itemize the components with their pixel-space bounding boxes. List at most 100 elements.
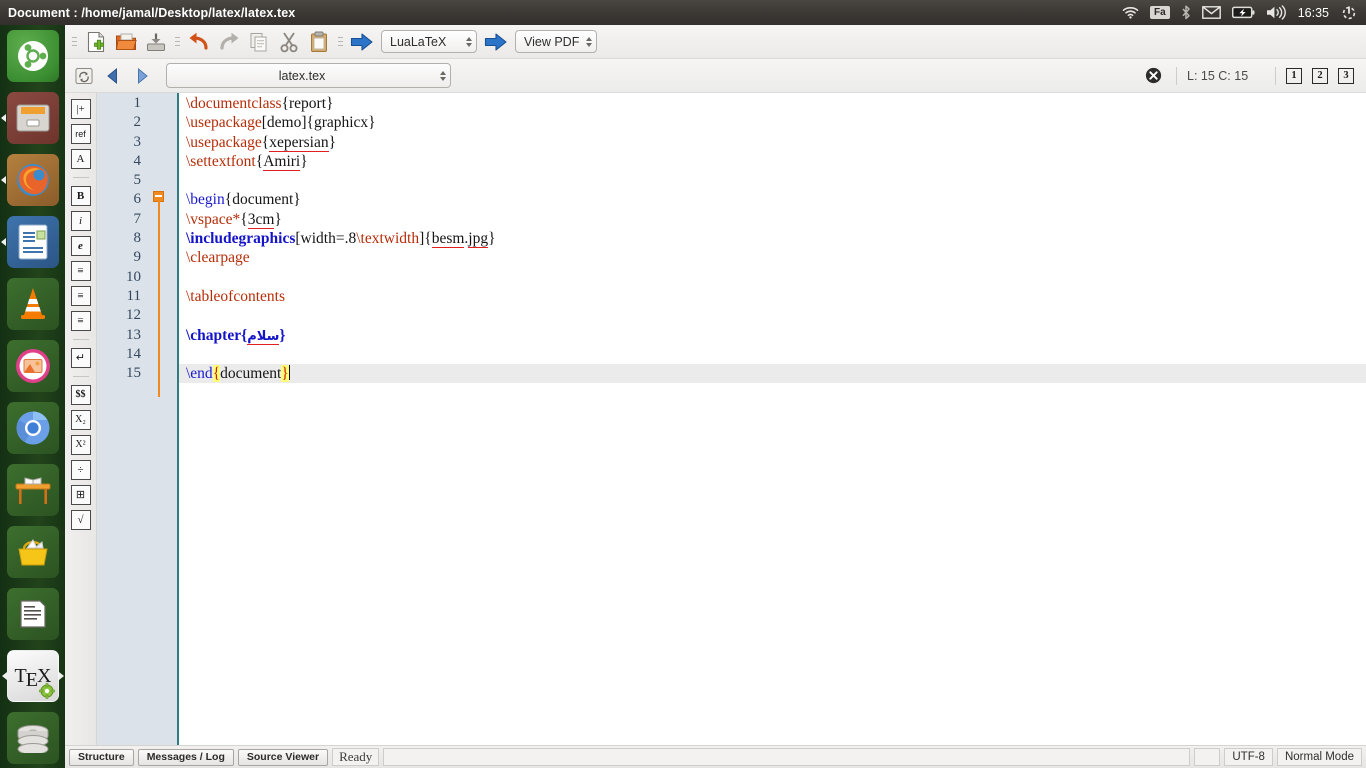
- compiler-spinner-icon[interactable]: [466, 36, 472, 47]
- unity-launcher: TEX: [0, 25, 65, 768]
- view-run-button[interactable]: [482, 28, 510, 56]
- align-center-tool[interactable]: ≡: [70, 286, 91, 306]
- status-bar: Structure Messages / Log Source Viewer R…: [65, 745, 1366, 768]
- close-circle-icon[interactable]: [1140, 63, 1166, 89]
- file-spinner-icon[interactable]: [440, 70, 446, 81]
- superscript-tool[interactable]: X²: [70, 435, 91, 455]
- viewer-spinner-icon[interactable]: [586, 36, 593, 47]
- subscript-tool[interactable]: X₂: [70, 410, 91, 430]
- save-file-button[interactable]: [142, 28, 170, 56]
- compiler-select[interactable]: LuaLaTeX: [381, 30, 477, 53]
- code-line: \documentclass{report}: [186, 95, 334, 112]
- clock-label[interactable]: 16:35: [1297, 6, 1330, 20]
- redo-button[interactable]: [215, 28, 243, 56]
- refresh-icon[interactable]: [71, 63, 97, 89]
- volume-icon[interactable]: [1266, 0, 1286, 25]
- texstudio-window: LuaLaTeX View PDF latex.tex L: 15 C: 15 …: [65, 25, 1366, 768]
- code-line: \end{document}: [179, 364, 1366, 384]
- mail-icon[interactable]: [1201, 0, 1221, 25]
- code-line: \includegraphics[width=.8\textwidth]{bes…: [186, 230, 496, 249]
- cursor-position-label: L: 15 C: 15: [1187, 68, 1249, 83]
- structure-panel-button[interactable]: Structure: [69, 748, 134, 766]
- launcher-item-firefox[interactable]: [6, 154, 59, 206]
- view-layout-button-2[interactable]: 2: [1312, 67, 1328, 84]
- open-file-select[interactable]: latex.tex: [166, 63, 451, 88]
- fold-collapse-icon[interactable]: [153, 190, 164, 202]
- messages-log-button[interactable]: Messages / Log: [137, 748, 234, 766]
- cut-button[interactable]: [275, 28, 303, 56]
- font-size-tool[interactable]: A: [70, 149, 91, 169]
- launcher-item-chromium[interactable]: [6, 402, 59, 454]
- copy-button[interactable]: [245, 28, 273, 56]
- viewer-select[interactable]: View PDF: [515, 30, 598, 53]
- bold-tool[interactable]: B: [70, 186, 91, 206]
- newline-tool[interactable]: ↵: [70, 348, 91, 368]
- bluetooth-icon[interactable]: [1181, 0, 1191, 25]
- code-line: \clearpage: [186, 249, 250, 267]
- statusbar-spacer: [1194, 748, 1221, 766]
- code-line: \usepackage{xepersian}: [186, 133, 337, 152]
- toolbar-divider-c: [72, 376, 89, 377]
- new-file-button[interactable]: [82, 28, 110, 56]
- code-line: \vspace*{3cm}: [186, 210, 282, 229]
- toolbar-separator-1: [174, 32, 181, 52]
- formatting-toolbar: |+ ref A B i e ≡ ≡ ≡ ↵ $$ X₂ X² ÷ ⊞ √: [65, 93, 97, 745]
- filebar-divider-1: [1176, 66, 1177, 85]
- toolbar-handle[interactable]: [71, 32, 78, 52]
- code-editor[interactable]: 1 2 3 4 5 6 7 8 9 10 11 12 13 14 15 \doc…: [97, 93, 1366, 745]
- launcher-item-texstudio[interactable]: TEX: [6, 650, 59, 702]
- back-arrow-icon[interactable]: [100, 63, 126, 89]
- edit-mode-label[interactable]: Normal Mode: [1276, 748, 1362, 766]
- view-layout-button-3[interactable]: 3: [1338, 67, 1354, 84]
- matrix-tool[interactable]: ⊞: [70, 485, 91, 505]
- open-file-button[interactable]: [112, 28, 140, 56]
- launcher-item-vlc[interactable]: [6, 278, 59, 330]
- align-right-tool[interactable]: ≡: [70, 311, 91, 331]
- launcher-item-ubuntu-software[interactable]: [6, 526, 59, 578]
- undo-button[interactable]: [185, 28, 213, 56]
- window-title: Document : /home/jamal/Desktop/latex/lat…: [8, 5, 296, 20]
- sqrt-tool[interactable]: √: [70, 510, 91, 530]
- text-cursor: [288, 365, 291, 381]
- launcher-item-text-document[interactable]: [6, 588, 59, 640]
- keyboard-layout-label: Fa: [1150, 6, 1170, 19]
- launcher-item-image-viewer[interactable]: [6, 340, 59, 392]
- status-label: Ready: [332, 748, 380, 766]
- keyboard-layout-indicator[interactable]: Fa: [1150, 0, 1170, 25]
- launcher-item-disks[interactable]: [6, 712, 59, 764]
- wifi-icon[interactable]: [1122, 0, 1139, 25]
- launcher-item-files[interactable]: [6, 92, 59, 144]
- fraction-tool[interactable]: ÷: [70, 460, 91, 480]
- main-toolbar: LuaLaTeX View PDF: [65, 25, 1366, 59]
- align-left-tool[interactable]: ≡: [70, 261, 91, 281]
- encoding-label[interactable]: UTF-8: [1224, 748, 1273, 766]
- compiler-value: LuaLaTeX: [390, 34, 447, 49]
- battery-icon[interactable]: [1231, 0, 1255, 25]
- progress-bar: [383, 748, 1191, 766]
- toolbar-separator-2: [337, 32, 344, 52]
- editor-area: |+ ref A B i e ≡ ≡ ≡ ↵ $$ X₂ X² ÷ ⊞ √ 1 …: [65, 93, 1366, 745]
- session-menu-icon[interactable]: [1341, 0, 1357, 25]
- italic-tool[interactable]: i: [70, 211, 91, 231]
- code-line: \begin{document}: [186, 191, 301, 209]
- launcher-item-desk[interactable]: [6, 464, 59, 516]
- insert-reference-tool[interactable]: ref: [70, 124, 91, 144]
- forward-arrow-icon[interactable]: [129, 63, 155, 89]
- build-run-button[interactable]: [348, 28, 376, 56]
- emphasis-tool[interactable]: e: [70, 236, 91, 256]
- toolbar-divider-a: [72, 177, 89, 178]
- paste-button[interactable]: [305, 28, 333, 56]
- launcher-item-ubuntu-dash[interactable]: [6, 30, 59, 82]
- view-layout-button-1[interactable]: 1: [1286, 67, 1302, 84]
- source-viewer-button[interactable]: Source Viewer: [237, 748, 329, 766]
- code-line: \tableofcontents: [186, 287, 285, 305]
- launcher-item-libreoffice[interactable]: [6, 216, 59, 268]
- toolbar-divider-b: [72, 339, 89, 340]
- code-text[interactable]: \documentclass{report} \usepackage[demo]…: [179, 93, 1366, 745]
- fold-range-indicator: [157, 201, 160, 397]
- math-mode-tool[interactable]: $$: [70, 385, 91, 405]
- insert-environment-tool[interactable]: |+: [70, 99, 91, 119]
